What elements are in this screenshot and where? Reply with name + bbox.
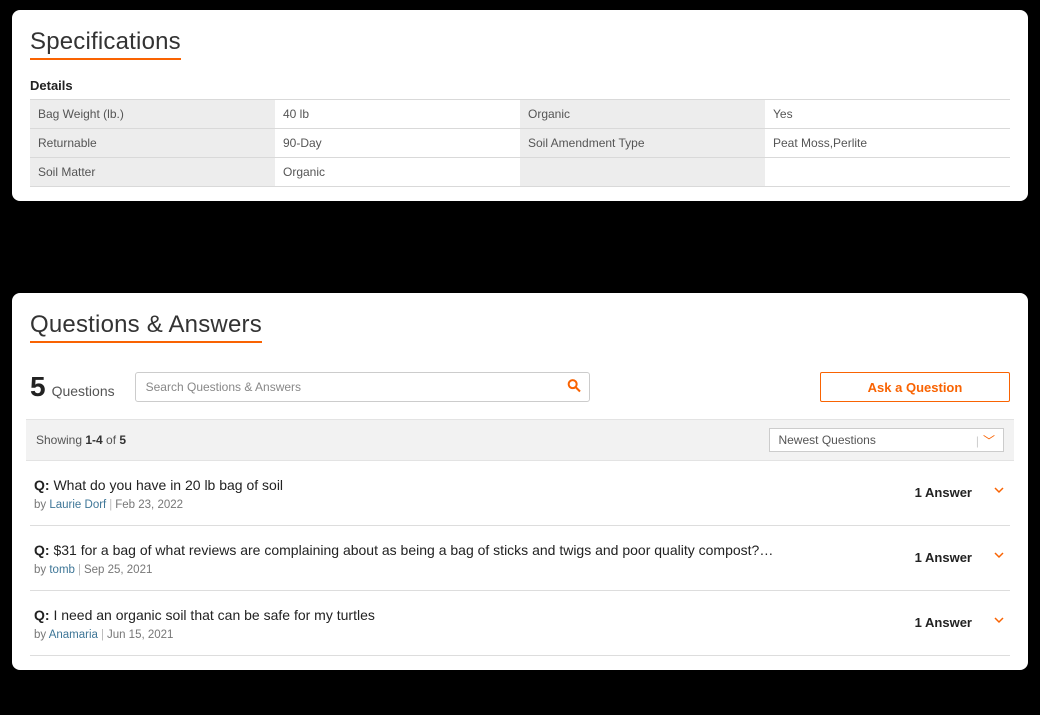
question-text-value: I need an organic soil that can be safe … xyxy=(50,607,375,623)
showing-total: 5 xyxy=(119,433,126,447)
chevron-down-icon: |﹀ xyxy=(976,432,995,449)
showing-prefix: Showing xyxy=(36,433,85,447)
spec-key: Soil Matter xyxy=(30,158,275,187)
question-body: Q: I need an organic soil that can be sa… xyxy=(34,607,915,641)
spec-value: Yes xyxy=(765,100,1010,129)
by-label: by xyxy=(34,499,46,511)
by-label: by xyxy=(34,629,46,641)
question-date: Jun 15, 2021 xyxy=(107,629,174,641)
spec-key: Bag Weight (lb.) xyxy=(30,100,275,129)
spec-value: 90-Day xyxy=(275,129,520,158)
question-right: 1 Answer xyxy=(915,483,1006,501)
question-right: 1 Answer xyxy=(915,548,1006,566)
spec-key: Soil Amendment Type xyxy=(520,129,765,158)
details-heading: Details xyxy=(30,78,1010,93)
spec-value: 40 lb xyxy=(275,100,520,129)
table-row: Bag Weight (lb.) 40 lb Organic Yes xyxy=(30,100,1010,129)
question-prefix: Q: xyxy=(34,477,50,493)
question-item[interactable]: Q: I need an organic soil that can be sa… xyxy=(30,591,1010,656)
question-item[interactable]: Q: What do you have in 20 lb bag of soil… xyxy=(30,461,1010,526)
qa-header: 5 Questions Ask a Question xyxy=(30,371,1010,403)
question-text: Q: What do you have in 20 lb bag of soil xyxy=(34,477,895,493)
specifications-table: Bag Weight (lb.) 40 lb Organic Yes Retur… xyxy=(30,99,1010,187)
sort-dropdown[interactable]: Newest Questions |﹀ xyxy=(769,428,1004,452)
question-count: 5 Questions xyxy=(30,371,115,403)
question-date: Feb 23, 2022 xyxy=(115,499,183,511)
showing-mid: of xyxy=(103,433,120,447)
specifications-title: Specifications xyxy=(30,28,181,60)
filter-bar: Showing 1-4 of 5 Newest Questions |﹀ xyxy=(26,419,1014,461)
spec-key: Returnable xyxy=(30,129,275,158)
showing-text: Showing 1-4 of 5 xyxy=(36,433,126,447)
question-meta: by Anamaria|Jun 15, 2021 xyxy=(34,629,895,641)
question-author[interactable]: Laurie Dorf xyxy=(49,499,106,511)
question-item[interactable]: Q: $31 for a bag of what reviews are com… xyxy=(30,526,1010,591)
spec-value: Organic xyxy=(275,158,520,187)
spec-key: Organic xyxy=(520,100,765,129)
question-text: Q: I need an organic soil that can be sa… xyxy=(34,607,895,623)
spec-value: Peat Moss,Perlite xyxy=(765,129,1010,158)
question-body: Q: $31 for a bag of what reviews are com… xyxy=(34,542,915,576)
showing-range: 1-4 xyxy=(85,433,102,447)
question-meta: by Laurie Dorf|Feb 23, 2022 xyxy=(34,499,895,511)
question-right: 1 Answer xyxy=(915,613,1006,631)
question-text: Q: $31 for a bag of what reviews are com… xyxy=(34,542,895,558)
question-text-value: $31 for a bag of what reviews are compla… xyxy=(50,542,774,558)
search-input[interactable] xyxy=(135,372,590,402)
qa-title: Questions & Answers xyxy=(30,311,262,343)
question-author[interactable]: Anamaria xyxy=(49,629,98,641)
questions-answers-card: Questions & Answers 5 Questions Ask a Qu… xyxy=(12,293,1028,670)
question-prefix: Q: xyxy=(34,607,50,623)
chevron-down-icon[interactable] xyxy=(992,613,1006,631)
answer-count: 1 Answer xyxy=(915,615,972,630)
question-count-label: Questions xyxy=(52,383,115,399)
question-text-value: What do you have in 20 lb bag of soil xyxy=(50,477,283,493)
question-author[interactable]: tomb xyxy=(49,564,75,576)
answer-count: 1 Answer xyxy=(915,485,972,500)
spec-key-empty xyxy=(520,158,765,187)
question-count-number: 5 xyxy=(30,371,46,403)
answer-count: 1 Answer xyxy=(915,550,972,565)
ask-question-button[interactable]: Ask a Question xyxy=(820,372,1010,402)
chevron-down-icon[interactable] xyxy=(992,548,1006,566)
table-row: Returnable 90-Day Soil Amendment Type Pe… xyxy=(30,129,1010,158)
question-date: Sep 25, 2021 xyxy=(84,564,152,576)
question-meta: by tomb|Sep 25, 2021 xyxy=(34,564,895,576)
question-prefix: Q: xyxy=(34,542,50,558)
chevron-down-icon[interactable] xyxy=(992,483,1006,501)
sort-label: Newest Questions xyxy=(778,433,875,447)
table-row: Soil Matter Organic xyxy=(30,158,1010,187)
spec-value-empty xyxy=(765,158,1010,187)
by-label: by xyxy=(34,564,46,576)
search-wrap xyxy=(135,372,590,402)
question-body: Q: What do you have in 20 lb bag of soil… xyxy=(34,477,915,511)
specifications-card: Specifications Details Bag Weight (lb.) … xyxy=(12,10,1028,201)
